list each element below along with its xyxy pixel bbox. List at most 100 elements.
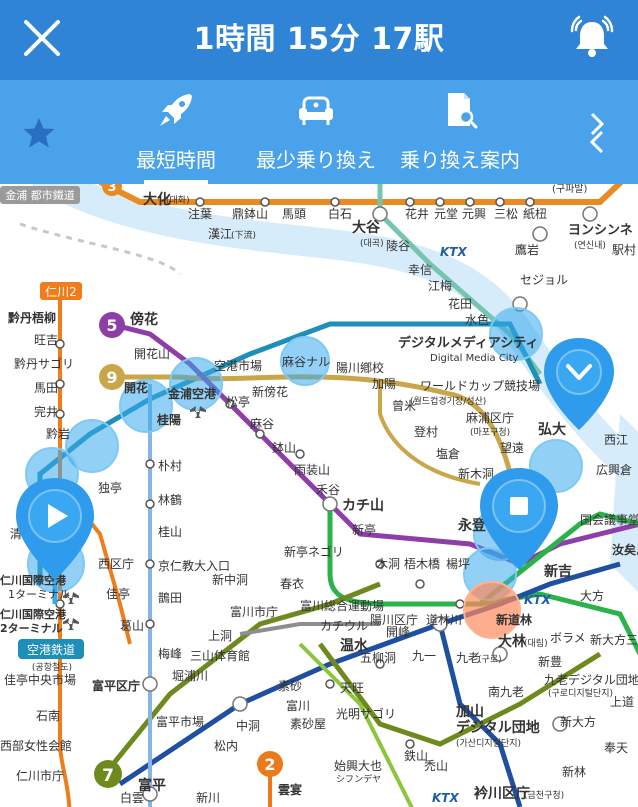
station-gajeong-market: 佳亭中央市場	[4, 672, 76, 687]
station-gajeong: 佳亭	[106, 586, 130, 601]
document-search-icon	[448, 93, 478, 129]
station-sangdo: 上道	[610, 695, 634, 709]
station-yangpyeong: 楊坪	[446, 556, 470, 571]
subway-map[interactable]: 5 9 7 2 3 仁川2 金浦 都市鐵道 大化 (대화) 注葉 鼎鉢山 馬頭 …	[0, 184, 638, 807]
chevron-down-icon	[544, 338, 614, 430]
airport-railroad-label: 空港鉄道	[27, 642, 75, 657]
station-gwangheungchang: 広興倉	[596, 462, 632, 477]
station-siheung-daeya-k: シフンデヤ	[336, 773, 381, 785]
station-wonseo: 完井	[34, 404, 58, 419]
station-bupyeong-market: 富平市場	[156, 714, 204, 729]
station-seogu: 西区庁	[98, 557, 134, 571]
station-gyeongin-univ: 京仁教大入口	[158, 558, 230, 573]
station-dmc-en: Digital Media City	[430, 353, 519, 364]
ktx-logo-daegok: KTX	[440, 245, 467, 259]
tab-fastest-label: 最短時間	[136, 148, 216, 172]
station-wondang: 元堂	[434, 207, 458, 221]
play-route-button[interactable]	[12, 474, 98, 584]
station-sosa-sub: 素砂屋	[290, 717, 326, 731]
station-airport-market: 空港市場	[214, 358, 262, 373]
tab-fastest[interactable]: 最短時間	[128, 80, 224, 184]
station-daerim: 大林	[498, 633, 526, 650]
station-mapogu-k: (마포구청)	[470, 427, 510, 438]
route-option-tabs: 最短時間 最少乗り換え 乗り換え案内	[0, 80, 638, 184]
station-juyeop: 注葉	[188, 206, 212, 221]
station-wanjeong: 旺吉	[34, 333, 58, 347]
station-seobu: 西部女性会館	[0, 738, 72, 753]
tab-least-transfers[interactable]: 最少乗り換え	[252, 80, 380, 184]
station-susaek: 水色	[465, 313, 489, 327]
station-jeongbalsan: 鼎鉢山	[232, 207, 268, 221]
incheon2-badge-label: 仁川2	[45, 285, 77, 299]
station-daegok-k: (대곡)	[360, 238, 384, 249]
station-geomdan-oryu: 黔丹梧柳	[8, 310, 56, 325]
collapse-route-button[interactable]	[540, 334, 618, 434]
station-susan: 鷹岩	[515, 242, 539, 257]
station-madu: 馬頭	[282, 207, 306, 221]
station-boramae: ボラメ	[550, 631, 586, 645]
station-maebong: 梅峰	[158, 646, 182, 661]
chevron-right-icon	[589, 112, 605, 154]
alarm-button[interactable]	[568, 14, 616, 62]
station-sinjungdong: 新中洞	[212, 572, 248, 587]
station-hwajeon: 花田	[448, 296, 472, 311]
station-gimpo-airport: 金浦空港	[167, 386, 217, 401]
line-2-incheon-badge-label: 2	[264, 755, 275, 774]
station-guro-digital-k: (구로디지털단지)	[548, 687, 613, 699]
station-jung-dong: 中洞	[236, 718, 260, 733]
station-galsan: 葛山	[120, 619, 144, 633]
station-daegok: 大谷	[352, 219, 381, 236]
play-icon	[16, 478, 94, 580]
station-sejol: セジョル	[520, 273, 568, 287]
station-daehwa-k: (대화)	[166, 195, 190, 206]
station-bucheon-stadium: 富川総合運動場	[300, 598, 384, 613]
station-unyeon: 雲宴	[278, 782, 302, 797]
station-yeonsinnae-k: (연신내)	[574, 240, 606, 251]
station-majeon: 馬田	[34, 381, 58, 395]
station-gasan: 加山	[455, 704, 484, 720]
station-sindaebang-sam: 新大方三叉路	[590, 632, 638, 647]
station-hanggang-k: (下流)	[231, 229, 256, 241]
station-sinjeong-negeori: 新亭ネゴリ	[284, 544, 344, 559]
tab-transfer-guide[interactable]: 乗り換え案内	[396, 80, 524, 184]
station-guro-digital: 九老デジタル団地	[544, 672, 638, 687]
station-guro-k: (구로)	[478, 654, 502, 665]
station-yeomchang: 塩倉	[436, 446, 460, 461]
route-summary-title: 1時間 15分 17駅	[193, 22, 445, 57]
station-yangcheonhyanggyo: 陽川鄕校	[336, 360, 384, 375]
stop-icon	[480, 468, 558, 570]
station-deungchon: 登村	[414, 424, 438, 439]
station-gupabal: (구파발)	[552, 184, 588, 195]
station-bucheon-gu: 富川市庁	[230, 604, 278, 619]
favorite-button[interactable]	[22, 116, 56, 150]
station-daerim-k: (대림)	[524, 637, 548, 649]
station-sangdong: 上洞	[208, 629, 232, 643]
station-gasan-k: (가산디지털단지)	[456, 737, 521, 749]
station-jakjeon: 鵲田	[158, 591, 182, 605]
stop-route-button[interactable]	[476, 464, 562, 574]
station-gaehwa: 開花	[124, 380, 148, 395]
station-siheung-daeya: 始興大也	[334, 759, 382, 773]
station-samsong: 三松	[494, 207, 518, 221]
station-incheon-airport2-t: 2ターミナル	[0, 622, 63, 635]
station-gwangmyeong: 光明サゴリ	[336, 706, 396, 721]
station-dokjeong: 独亭	[98, 480, 122, 495]
station-jeungmi: 曾米	[392, 399, 416, 413]
more-options-button[interactable]	[582, 110, 612, 154]
station-mapogu: 麻浦区庁	[466, 410, 514, 425]
station-neunggok: 陵谷	[386, 239, 410, 253]
station-magongnaru: 麻谷ナル	[282, 354, 330, 369]
station-yeonsinnae: ヨンシンネ	[568, 223, 633, 238]
station-bupyeong-gu: 富平区庁	[92, 678, 140, 693]
station-gasan-d: デジタル団地	[456, 719, 540, 736]
station-baegun: 白雲	[120, 790, 144, 805]
station-incheon-airport1-t: 1ターミナル	[8, 588, 70, 601]
station-kkachiul: カチウル	[320, 619, 368, 633]
station-magok: 麻谷	[250, 416, 274, 431]
station-guil: 九一	[412, 649, 436, 663]
station-gaehwasan: 開花山	[134, 346, 170, 361]
station-yeouido: 汝矣島	[612, 542, 638, 557]
station-samsan: 三山体育館	[190, 648, 250, 663]
ktx-logo-sindorim: KTX	[524, 593, 551, 607]
station-cheongwang: 天旺	[340, 681, 364, 695]
